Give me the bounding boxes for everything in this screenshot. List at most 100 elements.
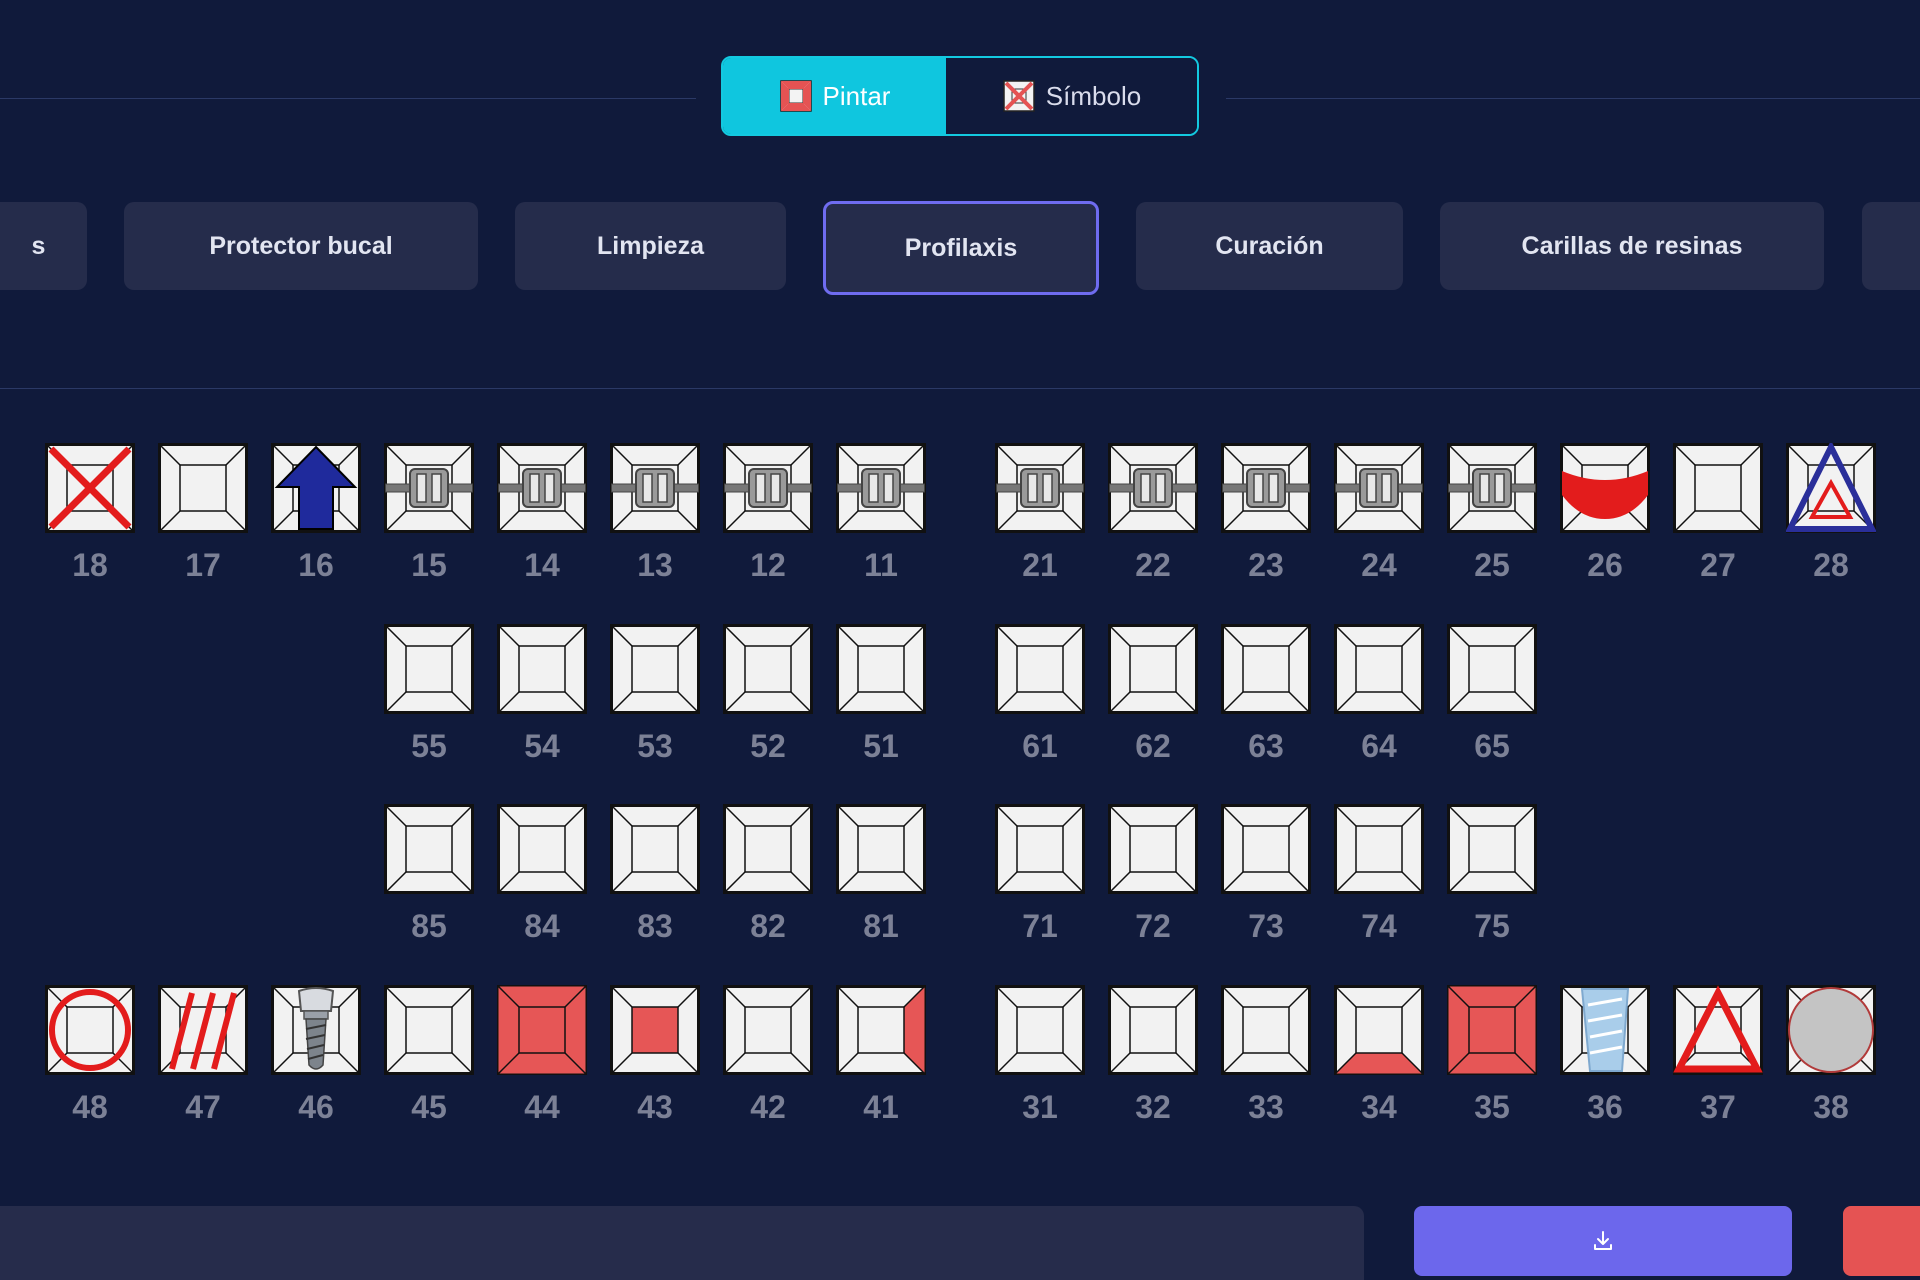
tooth-24[interactable] bbox=[1334, 443, 1424, 533]
tooth-13[interactable] bbox=[610, 443, 700, 533]
tooth-51[interactable] bbox=[836, 624, 926, 714]
tooth-71[interactable] bbox=[995, 804, 1085, 894]
symbol-mode-label: Símbolo bbox=[1045, 80, 1142, 111]
tooth-22[interactable] bbox=[1108, 443, 1198, 533]
tooth-73[interactable] bbox=[1221, 804, 1311, 894]
tooth-paint-icon bbox=[779, 80, 812, 112]
tooth-28[interactable] bbox=[1786, 443, 1876, 533]
tooth-number: 61 bbox=[1022, 728, 1058, 764]
tooth-34[interactable] bbox=[1334, 985, 1424, 1075]
tooth-number: 62 bbox=[1135, 728, 1171, 764]
tooth-number: 26 bbox=[1587, 547, 1623, 583]
tooth-23[interactable] bbox=[1221, 443, 1311, 533]
tooth-number: 31 bbox=[1022, 1089, 1058, 1125]
tooth-number: 25 bbox=[1474, 547, 1510, 583]
paint-mode-button[interactable]: Pintar bbox=[723, 58, 946, 134]
tooth-12[interactable] bbox=[723, 443, 813, 533]
tooth-25[interactable] bbox=[1447, 443, 1537, 533]
tooth-number: 71 bbox=[1022, 908, 1058, 944]
tooth-number: 21 bbox=[1022, 547, 1058, 583]
tooth-26[interactable] bbox=[1560, 443, 1650, 533]
tooth-16[interactable] bbox=[271, 443, 361, 533]
tooth-75[interactable] bbox=[1447, 804, 1537, 894]
header-divider-right bbox=[1226, 98, 1920, 99]
tooth-cross-icon bbox=[1003, 80, 1035, 112]
tooth-number: 38 bbox=[1813, 1089, 1849, 1125]
tooth-number: 27 bbox=[1700, 547, 1736, 583]
tooth-43[interactable] bbox=[610, 985, 700, 1075]
tooth-53[interactable] bbox=[610, 624, 700, 714]
tooth-27[interactable] bbox=[1673, 443, 1763, 533]
tooth-number: 35 bbox=[1474, 1089, 1510, 1125]
tooth-61[interactable] bbox=[995, 624, 1085, 714]
treatment-chip-profilaxis[interactable]: Profilaxis bbox=[823, 201, 1099, 295]
tooth-number: 24 bbox=[1361, 547, 1397, 583]
tooth-21[interactable] bbox=[995, 443, 1085, 533]
tooth-63[interactable] bbox=[1221, 624, 1311, 714]
tooth-number: 15 bbox=[411, 547, 447, 583]
tooth-37[interactable] bbox=[1673, 985, 1763, 1075]
treatment-chip-curacion[interactable]: Curación bbox=[1136, 202, 1403, 290]
tooth-54[interactable] bbox=[497, 624, 587, 714]
tooth-84[interactable] bbox=[497, 804, 587, 894]
tooth-number: 65 bbox=[1474, 728, 1510, 764]
download-button[interactable] bbox=[1414, 1206, 1792, 1276]
tooth-18[interactable] bbox=[45, 443, 135, 533]
tooth-number: 74 bbox=[1361, 908, 1397, 944]
tooth-number: 42 bbox=[750, 1089, 786, 1125]
tooth-number: 36 bbox=[1587, 1089, 1623, 1125]
tooth-72[interactable] bbox=[1108, 804, 1198, 894]
tooth-number: 72 bbox=[1135, 908, 1171, 944]
tooth-83[interactable] bbox=[610, 804, 700, 894]
tooth-48[interactable] bbox=[45, 985, 135, 1075]
treatment-chip[interactable]: s bbox=[0, 202, 87, 290]
tooth-number: 64 bbox=[1361, 728, 1397, 764]
header-divider-left bbox=[0, 98, 696, 99]
tooth-number: 75 bbox=[1474, 908, 1510, 944]
tooth-52[interactable] bbox=[723, 624, 813, 714]
tooth-82[interactable] bbox=[723, 804, 813, 894]
tooth-15[interactable] bbox=[384, 443, 474, 533]
download-icon bbox=[1594, 1231, 1612, 1250]
tooth-17[interactable] bbox=[158, 443, 248, 533]
treatment-chip[interactable] bbox=[1862, 202, 1920, 290]
tooth-65[interactable] bbox=[1447, 624, 1537, 714]
tooth-number: 55 bbox=[411, 728, 447, 764]
tooth-number: 11 bbox=[864, 547, 898, 583]
tooth-number: 63 bbox=[1248, 728, 1284, 764]
tooth-11[interactable] bbox=[836, 443, 926, 533]
treatment-chip-carillas-de-resinas[interactable]: Carillas de resinas bbox=[1440, 202, 1824, 290]
tooth-number: 47 bbox=[185, 1089, 221, 1125]
tooth-46[interactable] bbox=[271, 985, 361, 1075]
tooth-47[interactable] bbox=[158, 985, 248, 1075]
treatment-chip-limpieza[interactable]: Limpieza bbox=[515, 202, 786, 290]
tooth-64[interactable] bbox=[1334, 624, 1424, 714]
tooth-number: 28 bbox=[1813, 547, 1849, 583]
tooth-42[interactable] bbox=[723, 985, 813, 1075]
tooth-number: 32 bbox=[1135, 1089, 1171, 1125]
tooth-35[interactable] bbox=[1447, 985, 1537, 1075]
treatment-chip-protector-bucal[interactable]: Protector bucal bbox=[124, 202, 478, 290]
tooth-41[interactable] bbox=[836, 985, 926, 1075]
tooth-32[interactable] bbox=[1108, 985, 1198, 1075]
delete-button[interactable] bbox=[1843, 1206, 1920, 1276]
tooth-81[interactable] bbox=[836, 804, 926, 894]
tooth-45[interactable] bbox=[384, 985, 474, 1075]
tooth-44[interactable] bbox=[497, 985, 587, 1075]
tooth-38[interactable] bbox=[1786, 985, 1876, 1075]
tooth-number: 43 bbox=[637, 1089, 673, 1125]
tooth-85[interactable] bbox=[384, 804, 474, 894]
tooth-55[interactable] bbox=[384, 624, 474, 714]
tooth-number: 16 bbox=[298, 547, 334, 583]
tooth-62[interactable] bbox=[1108, 624, 1198, 714]
tooth-36[interactable] bbox=[1560, 985, 1650, 1075]
paint-mode-label: Pintar bbox=[822, 80, 891, 111]
chips-divider bbox=[0, 388, 1920, 389]
tooth-14[interactable] bbox=[497, 443, 587, 533]
tooth-33[interactable] bbox=[1221, 985, 1311, 1075]
notes-bar[interactable] bbox=[0, 1206, 1364, 1280]
symbol-mode-button[interactable]: Símbolo bbox=[946, 58, 1197, 134]
tooth-74[interactable] bbox=[1334, 804, 1424, 894]
mode-toggle: Pintar Símbolo bbox=[721, 56, 1199, 136]
tooth-31[interactable] bbox=[995, 985, 1085, 1075]
